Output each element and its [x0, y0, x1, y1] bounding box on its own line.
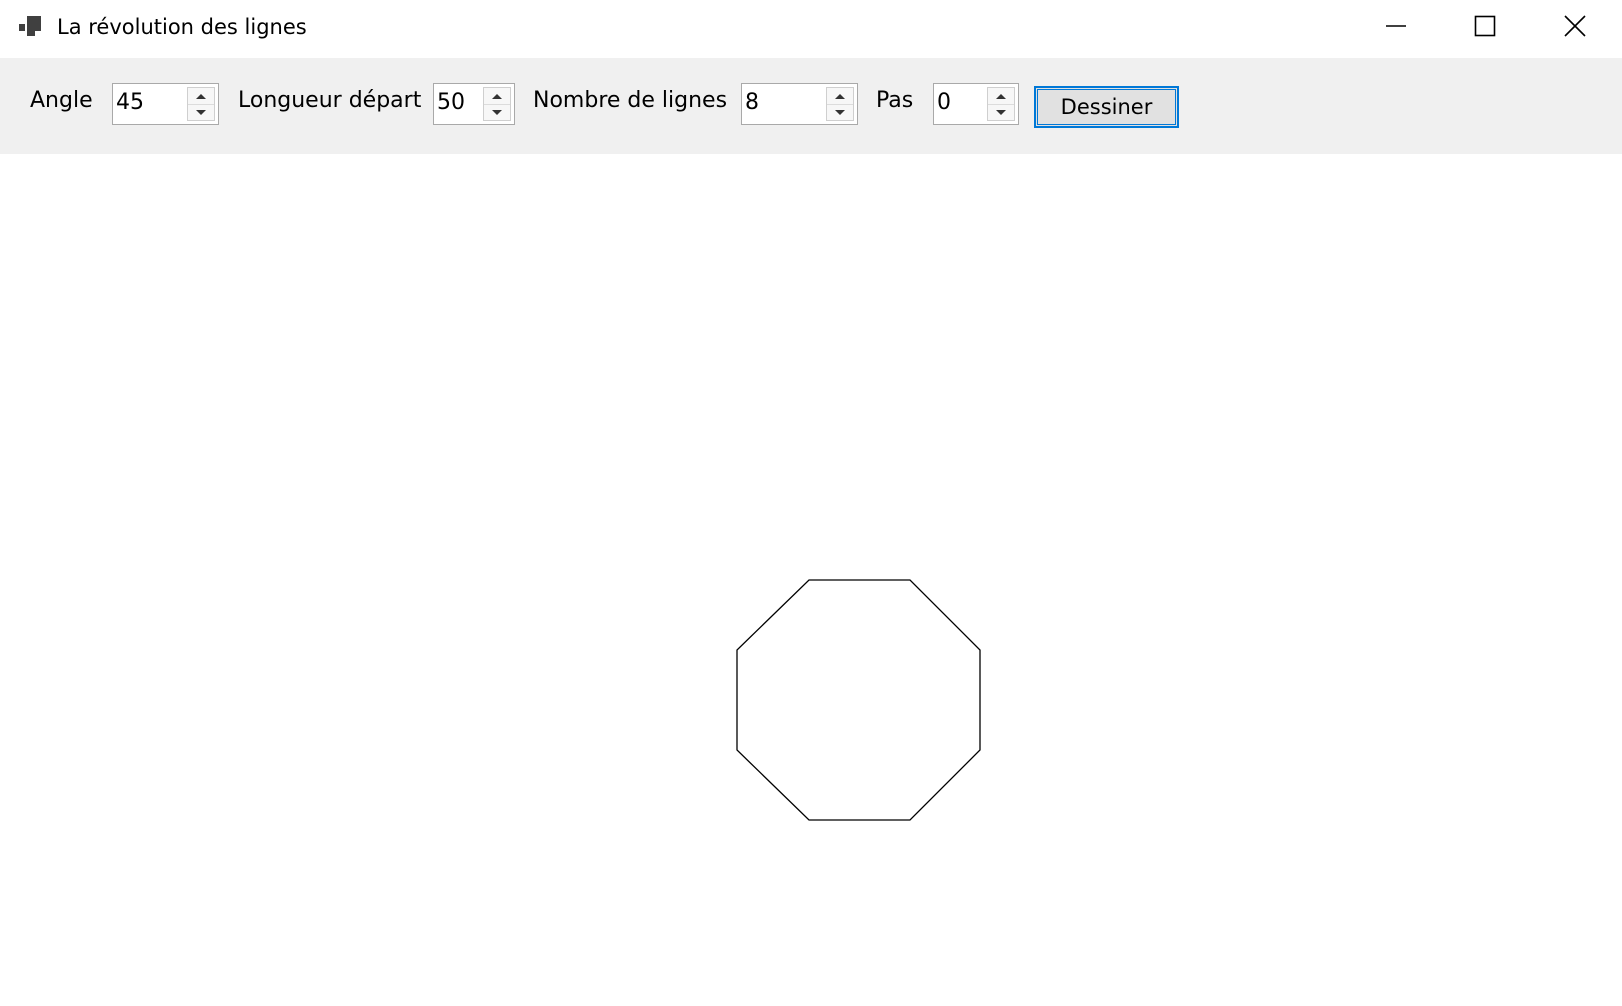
angle-decrement-button[interactable]	[188, 104, 214, 120]
close-icon	[1564, 15, 1586, 41]
step-decrement-button[interactable]	[988, 104, 1014, 120]
length-label: Longueur départ	[238, 88, 422, 113]
angle-increment-button[interactable]	[188, 88, 214, 105]
drawing-surface	[736, 579, 981, 821]
angle-spin-buttons[interactable]	[187, 87, 215, 121]
title-bar[interactable]: La révolution des lignes	[0, 0, 1622, 58]
lines-spin-buttons[interactable]	[826, 87, 854, 121]
window-title: La révolution des lignes	[57, 15, 307, 39]
lines-decrement-button[interactable]	[827, 104, 853, 120]
lines-label: Nombre de lignes	[533, 88, 728, 113]
step-stepper[interactable]: 0	[933, 83, 1019, 125]
step-label: Pas	[876, 88, 914, 113]
arrow-down-icon	[196, 109, 206, 115]
arrow-down-icon	[492, 109, 502, 115]
toolbar: Angle 45 Longueur départ 50 Nombre de li…	[0, 58, 1622, 154]
minimize-button[interactable]	[1351, 0, 1441, 56]
arrow-up-icon	[196, 93, 206, 99]
octagon-shape	[736, 579, 981, 821]
length-stepper[interactable]: 50	[433, 83, 515, 125]
arrow-up-icon	[492, 93, 502, 99]
arrow-up-icon	[835, 93, 845, 99]
drawing-canvas[interactable]	[0, 154, 1622, 1006]
lines-value[interactable]: 8	[745, 90, 759, 115]
maximize-button[interactable]	[1440, 0, 1530, 56]
step-spin-buttons[interactable]	[987, 87, 1015, 121]
length-spin-buttons[interactable]	[483, 87, 511, 121]
arrow-down-icon	[835, 109, 845, 115]
maximize-icon	[1474, 15, 1496, 41]
angle-value[interactable]: 45	[116, 90, 144, 115]
lines-stepper[interactable]: 8	[741, 83, 858, 125]
length-decrement-button[interactable]	[484, 104, 510, 120]
close-button[interactable]	[1530, 0, 1620, 56]
length-value[interactable]: 50	[437, 90, 465, 115]
arrow-down-icon	[996, 109, 1006, 115]
length-increment-button[interactable]	[484, 88, 510, 105]
angle-label: Angle	[30, 88, 93, 113]
draw-button[interactable]: Dessiner	[1034, 86, 1179, 128]
arrow-up-icon	[996, 93, 1006, 99]
app-window-icon[interactable]	[19, 16, 43, 40]
app-window: La révolution des lignes Angle 45 Longue…	[0, 0, 1622, 1006]
lines-increment-button[interactable]	[827, 88, 853, 105]
minimize-icon	[1385, 15, 1407, 41]
step-value[interactable]: 0	[937, 90, 951, 115]
step-increment-button[interactable]	[988, 88, 1014, 105]
angle-stepper[interactable]: 45	[112, 83, 219, 125]
